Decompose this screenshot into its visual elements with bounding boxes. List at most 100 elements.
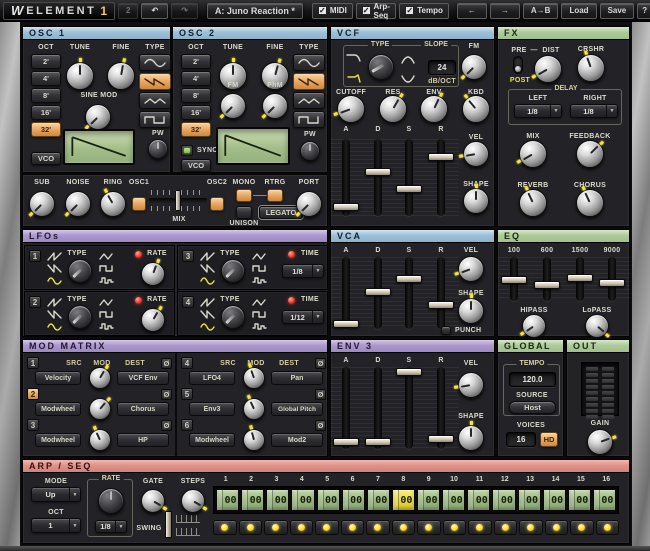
osc2-wave-sine-button[interactable] xyxy=(293,54,325,71)
fx-reverb-knob[interactable] xyxy=(519,186,547,217)
slider-handle[interactable] xyxy=(396,185,422,194)
slider-handle[interactable] xyxy=(333,319,359,328)
mod-row6-badge[interactable]: 6 xyxy=(181,419,193,431)
mod-row6-dest-button[interactable]: Mod2 xyxy=(271,433,323,447)
slider-handle[interactable] xyxy=(365,438,391,447)
slider-handle[interactable] xyxy=(428,300,454,309)
out-gain-knob[interactable] xyxy=(587,429,617,455)
eq-hipass-knob[interactable] xyxy=(520,314,546,338)
mod-row4-phase-button[interactable]: Ø xyxy=(315,358,326,369)
vcf-type-selector-knob[interactable] xyxy=(368,54,394,80)
osc2-oct-16[interactable]: 16' xyxy=(181,105,211,120)
step-cell-3[interactable]: 00 xyxy=(266,489,290,511)
lfo-sine-icon[interactable] xyxy=(200,322,215,331)
lfo-square-icon[interactable] xyxy=(99,310,114,319)
eq-band-100-slider[interactable] xyxy=(501,257,527,301)
mod-row6-amount-knob[interactable] xyxy=(243,425,265,451)
slider-handle[interactable] xyxy=(428,435,454,444)
vcf-cutoff-knob[interactable] xyxy=(333,95,365,123)
osc2-oct-4[interactable]: 4' xyxy=(181,71,211,86)
step-cell-13[interactable]: 00 xyxy=(517,489,541,511)
env3-attack-slider[interactable] xyxy=(333,367,359,449)
step-cell-16[interactable]: 00 xyxy=(592,489,616,511)
env3-decay-slider[interactable] xyxy=(365,367,391,449)
global-tempo-value[interactable]: 120.0 xyxy=(509,372,556,387)
lfo3-type-knob[interactable] xyxy=(221,259,245,283)
slider-handle[interactable] xyxy=(396,274,422,283)
lfo-rampup-icon[interactable] xyxy=(47,298,62,307)
step-on-button-6[interactable] xyxy=(340,520,364,535)
osc1-oct-32[interactable]: 32' xyxy=(31,122,61,137)
osc1-fine-knob[interactable] xyxy=(107,58,135,90)
arp-swing-slider[interactable] xyxy=(165,511,172,538)
lfo-random-icon[interactable] xyxy=(99,276,114,285)
lfo2-rate-knob[interactable] xyxy=(141,305,165,332)
step-cell-4[interactable]: 00 xyxy=(291,489,315,511)
slider-handle[interactable] xyxy=(365,168,391,177)
port-knob[interactable] xyxy=(295,191,322,218)
mod-row1-badge[interactable]: 1 xyxy=(27,357,39,369)
osc2-sync-button[interactable] xyxy=(181,145,193,156)
slider-handle[interactable] xyxy=(428,152,454,161)
sub-knob[interactable] xyxy=(28,191,55,218)
lfo3-time-dropdown[interactable]: 1/8 xyxy=(282,264,324,278)
lfo2-type-knob[interactable] xyxy=(68,305,92,329)
global-hd-button[interactable]: HD xyxy=(540,432,558,447)
step-on-button-8[interactable] xyxy=(391,520,415,535)
vcf-fm-knob[interactable] xyxy=(460,54,487,81)
mod-row1-dest-button[interactable]: VCF Env xyxy=(117,371,169,385)
fx-mix-knob[interactable] xyxy=(516,140,547,168)
step-on-button-12[interactable] xyxy=(493,520,517,535)
fx-dist-knob[interactable] xyxy=(531,55,562,83)
osc1-wave-square-button[interactable] xyxy=(139,111,171,128)
step-on-button-16[interactable] xyxy=(595,520,619,535)
step-cell-9[interactable]: 00 xyxy=(417,489,441,511)
prev-preset-button[interactable]: ← xyxy=(456,2,487,19)
step-on-button-11[interactable] xyxy=(468,520,492,535)
osc1-oct-8[interactable]: 8' xyxy=(31,88,61,103)
arpseq-checkbox[interactable]: ✓ Arp-Seq xyxy=(355,2,397,20)
lfo-square-icon[interactable] xyxy=(252,264,267,273)
mix-osc1-button[interactable] xyxy=(132,197,146,211)
arp-gate-knob[interactable] xyxy=(141,489,168,513)
tempo-checkbox[interactable]: ✓ Tempo xyxy=(399,2,449,19)
lfo-square-icon[interactable] xyxy=(252,310,267,319)
step-cell-6[interactable]: 00 xyxy=(341,489,365,511)
slider-handle[interactable] xyxy=(396,367,422,376)
lfo-triangle-icon[interactable] xyxy=(99,252,114,261)
mod-row1-src-button[interactable]: Velocity xyxy=(35,371,81,385)
lfo-triangle-icon[interactable] xyxy=(99,298,114,307)
osc2-oct-2[interactable]: 2' xyxy=(181,54,211,69)
fx-feedback-knob[interactable] xyxy=(576,140,604,168)
slider-handle[interactable] xyxy=(534,281,560,290)
vca-shape-knob[interactable] xyxy=(458,294,484,324)
mod-row5-phase-button[interactable]: Ø xyxy=(315,389,326,400)
mod-row3-src-button[interactable]: Modwheel xyxy=(35,433,81,447)
next-preset-button[interactable]: → xyxy=(489,2,520,19)
vcf-type-bp-icon[interactable] xyxy=(400,54,416,64)
step-cell-8-active[interactable]: 00 xyxy=(391,489,415,511)
mod-row5-badge[interactable]: 5 xyxy=(181,388,193,400)
step-cell-11[interactable]: 00 xyxy=(467,489,491,511)
vcf-shape-knob[interactable] xyxy=(463,184,489,214)
mod-row2-amount-knob[interactable] xyxy=(89,396,111,420)
lfo-rampup-icon[interactable] xyxy=(200,252,215,261)
step-cell-14[interactable]: 00 xyxy=(542,489,566,511)
step-on-button-1[interactable] xyxy=(213,520,237,535)
load-button[interactable]: Load xyxy=(561,2,597,19)
step-cell-7[interactable]: 00 xyxy=(366,489,390,511)
vcf-decay-slider[interactable] xyxy=(365,139,391,216)
mod-row3-amount-knob[interactable] xyxy=(89,425,111,451)
osc1-wave-sine-button[interactable] xyxy=(139,54,171,71)
osc1-oct-16[interactable]: 16' xyxy=(31,105,61,120)
save-button[interactable]: Save xyxy=(599,2,635,19)
lfo-rampup-icon[interactable] xyxy=(47,252,62,261)
fx-pre-post-toggle[interactable] xyxy=(513,56,523,74)
fx-delay-left-dropdown[interactable]: 1/8 xyxy=(514,104,562,118)
mod-row4-badge[interactable]: 4 xyxy=(181,357,193,369)
step-cell-5[interactable]: 00 xyxy=(316,489,340,511)
mod-row5-src-button[interactable]: Env3 xyxy=(189,402,235,416)
lfo-sawdown-icon[interactable] xyxy=(47,310,62,319)
vcf-res-knob[interactable] xyxy=(379,92,407,123)
eq-band-600-slider[interactable] xyxy=(534,257,560,301)
